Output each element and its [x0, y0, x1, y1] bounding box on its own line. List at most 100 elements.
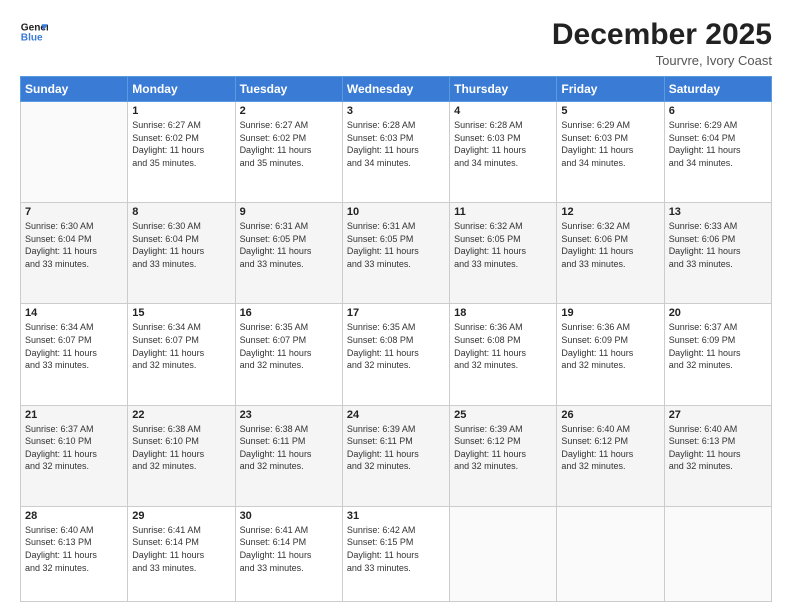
day-number: 20: [669, 307, 767, 319]
calendar-cell: 30Sunrise: 6:41 AM Sunset: 6:14 PM Dayli…: [235, 506, 342, 601]
calendar-cell: 2Sunrise: 6:27 AM Sunset: 6:02 PM Daylig…: [235, 102, 342, 203]
calendar-header-row: SundayMondayTuesdayWednesdayThursdayFrid…: [21, 77, 772, 102]
day-info: Sunrise: 6:27 AM Sunset: 6:02 PM Dayligh…: [132, 119, 230, 169]
day-info: Sunrise: 6:38 AM Sunset: 6:10 PM Dayligh…: [132, 423, 230, 473]
day-info: Sunrise: 6:32 AM Sunset: 6:06 PM Dayligh…: [561, 220, 659, 270]
calendar-cell: 13Sunrise: 6:33 AM Sunset: 6:06 PM Dayli…: [664, 203, 771, 304]
day-number: 24: [347, 409, 445, 421]
calendar-cell: 3 Sunrise: 6:28 AM Sunset: 6:03 PM Daylig…: [342, 102, 449, 203]
day-info: Sunrise: 6:29 AM Sunset: 6:03 PM Dayligh…: [561, 119, 659, 169]
calendar-cell: 28 Sunrise: 6:40 AM Sunset: 6:13 PM Dayli…: [21, 506, 128, 601]
day-info: Sunrise: 6:36 AM Sunset: 6:08 PM Dayligh…: [454, 321, 552, 371]
calendar-cell: 9 Sunrise: 6:31 AM Sunset: 6:05 PM Daylig…: [235, 203, 342, 304]
day-info: Sunrise: 6:27 AM Sunset: 6:02 PM Dayligh…: [240, 119, 338, 169]
calendar-cell: 12 Sunrise: 6:32 AM Sunset: 6:06 PM Dayli…: [557, 203, 664, 304]
weekday-header: Monday: [128, 77, 235, 102]
day-number: 17: [347, 307, 445, 319]
day-number: 11: [454, 206, 552, 218]
title-block: December 2025 Tourvre, Ivory Coast: [552, 18, 772, 68]
day-number: 10: [347, 206, 445, 218]
day-number: 16: [240, 307, 338, 319]
day-number: 19: [561, 307, 659, 319]
calendar-cell: 22 Sunrise: 6:38 AM Sunset: 6:10 PM Dayli…: [128, 405, 235, 506]
day-info: Sunrise: 6:41 AM Sunset: 6:14 PM Dayligh…: [132, 524, 230, 574]
day-info: Sunrise: 6:30 AM Sunset: 6:04 PM Dayligh…: [25, 220, 123, 270]
day-number: 22: [132, 409, 230, 421]
calendar-cell: 7 Sunrise: 6:30 AM Sunset: 6:04 PM Daylig…: [21, 203, 128, 304]
calendar-cell: 4 Sunrise: 6:28 AM Sunset: 6:03 PM Daylig…: [450, 102, 557, 203]
logo-icon: General Blue: [20, 18, 48, 46]
day-number: 28: [25, 510, 123, 522]
calendar-cell: 14Sunrise: 6:34 AM Sunset: 6:07 PM Dayli…: [21, 304, 128, 405]
weekday-header: Sunday: [21, 77, 128, 102]
day-number: 27: [669, 409, 767, 421]
day-number: 25: [454, 409, 552, 421]
calendar-cell: 23 Sunrise: 6:38 AM Sunset: 6:11 PM Dayli…: [235, 405, 342, 506]
calendar-week-row: 7 Sunrise: 6:30 AM Sunset: 6:04 PM Daylig…: [21, 203, 772, 304]
calendar-table: SundayMondayTuesdayWednesdayThursdayFrid…: [20, 76, 772, 602]
weekday-header: Thursday: [450, 77, 557, 102]
day-number: 18: [454, 307, 552, 319]
day-info: Sunrise: 6:39 AM Sunset: 6:11 PM Dayligh…: [347, 423, 445, 473]
calendar-cell: 18 Sunrise: 6:36 AM Sunset: 6:08 PM Dayli…: [450, 304, 557, 405]
location: Tourvre, Ivory Coast: [552, 53, 772, 68]
calendar-cell: 21 Sunrise: 6:37 AM Sunset: 6:10 PM Dayli…: [21, 405, 128, 506]
day-number: 15: [132, 307, 230, 319]
day-info: Sunrise: 6:31 AM Sunset: 6:05 PM Dayligh…: [347, 220, 445, 270]
calendar-cell: [21, 102, 128, 203]
calendar-cell: 31Sunrise: 6:42 AM Sunset: 6:15 PM Dayli…: [342, 506, 449, 601]
day-number: 4: [454, 105, 552, 117]
calendar-cell: 11 Sunrise: 6:32 AM Sunset: 6:05 PM Dayli…: [450, 203, 557, 304]
calendar-week-row: 14Sunrise: 6:34 AM Sunset: 6:07 PM Dayli…: [21, 304, 772, 405]
calendar-cell: 24 Sunrise: 6:39 AM Sunset: 6:11 PM Dayli…: [342, 405, 449, 506]
calendar-cell: [557, 506, 664, 601]
day-info: Sunrise: 6:37 AM Sunset: 6:09 PM Dayligh…: [669, 321, 767, 371]
day-info: Sunrise: 6:38 AM Sunset: 6:11 PM Dayligh…: [240, 423, 338, 473]
day-info: Sunrise: 6:40 AM Sunset: 6:13 PM Dayligh…: [25, 524, 123, 574]
day-number: 5: [561, 105, 659, 117]
svg-text:Blue: Blue: [21, 33, 43, 44]
calendar-cell: 20 Sunrise: 6:37 AM Sunset: 6:09 PM Dayli…: [664, 304, 771, 405]
weekday-header: Saturday: [664, 77, 771, 102]
day-number: 23: [240, 409, 338, 421]
day-number: 6: [669, 105, 767, 117]
calendar-cell: [450, 506, 557, 601]
month-title: December 2025: [552, 18, 772, 51]
day-number: 21: [25, 409, 123, 421]
day-info: Sunrise: 6:36 AM Sunset: 6:09 PM Dayligh…: [561, 321, 659, 371]
day-info: Sunrise: 6:28 AM Sunset: 6:03 PM Dayligh…: [347, 119, 445, 169]
day-number: 26: [561, 409, 659, 421]
calendar-week-row: 28 Sunrise: 6:40 AM Sunset: 6:13 PM Dayli…: [21, 506, 772, 601]
day-info: Sunrise: 6:35 AM Sunset: 6:08 PM Dayligh…: [347, 321, 445, 371]
day-info: Sunrise: 6:42 AM Sunset: 6:15 PM Dayligh…: [347, 524, 445, 574]
calendar-cell: 8 Sunrise: 6:30 AM Sunset: 6:04 PM Daylig…: [128, 203, 235, 304]
day-info: Sunrise: 6:28 AM Sunset: 6:03 PM Dayligh…: [454, 119, 552, 169]
day-number: 9: [240, 206, 338, 218]
day-number: 8: [132, 206, 230, 218]
day-info: Sunrise: 6:32 AM Sunset: 6:05 PM Dayligh…: [454, 220, 552, 270]
calendar-cell: 16 Sunrise: 6:35 AM Sunset: 6:07 PM Dayli…: [235, 304, 342, 405]
day-number: 7: [25, 206, 123, 218]
calendar-cell: 10 Sunrise: 6:31 AM Sunset: 6:05 PM Dayli…: [342, 203, 449, 304]
calendar-cell: 17 Sunrise: 6:35 AM Sunset: 6:08 PM Dayli…: [342, 304, 449, 405]
day-info: Sunrise: 6:29 AM Sunset: 6:04 PM Dayligh…: [669, 119, 767, 169]
day-info: Sunrise: 6:31 AM Sunset: 6:05 PM Dayligh…: [240, 220, 338, 270]
day-number: 3: [347, 105, 445, 117]
day-number: 14: [25, 307, 123, 319]
weekday-header: Friday: [557, 77, 664, 102]
calendar-week-row: 21 Sunrise: 6:37 AM Sunset: 6:10 PM Dayli…: [21, 405, 772, 506]
calendar-week-row: 1 Sunrise: 6:27 AM Sunset: 6:02 PM Daylig…: [21, 102, 772, 203]
calendar-cell: 15Sunrise: 6:34 AM Sunset: 6:07 PM Dayli…: [128, 304, 235, 405]
logo: General Blue: [20, 18, 48, 46]
day-info: Sunrise: 6:35 AM Sunset: 6:07 PM Dayligh…: [240, 321, 338, 371]
calendar-cell: [664, 506, 771, 601]
day-number: 12: [561, 206, 659, 218]
day-info: Sunrise: 6:30 AM Sunset: 6:04 PM Dayligh…: [132, 220, 230, 270]
day-info: Sunrise: 6:37 AM Sunset: 6:10 PM Dayligh…: [25, 423, 123, 473]
calendar-cell: 1 Sunrise: 6:27 AM Sunset: 6:02 PM Daylig…: [128, 102, 235, 203]
day-number: 1: [132, 105, 230, 117]
day-info: Sunrise: 6:33 AM Sunset: 6:06 PM Dayligh…: [669, 220, 767, 270]
calendar-cell: 6 Sunrise: 6:29 AM Sunset: 6:04 PM Daylig…: [664, 102, 771, 203]
day-info: Sunrise: 6:39 AM Sunset: 6:12 PM Dayligh…: [454, 423, 552, 473]
calendar-cell: 29Sunrise: 6:41 AM Sunset: 6:14 PM Dayli…: [128, 506, 235, 601]
